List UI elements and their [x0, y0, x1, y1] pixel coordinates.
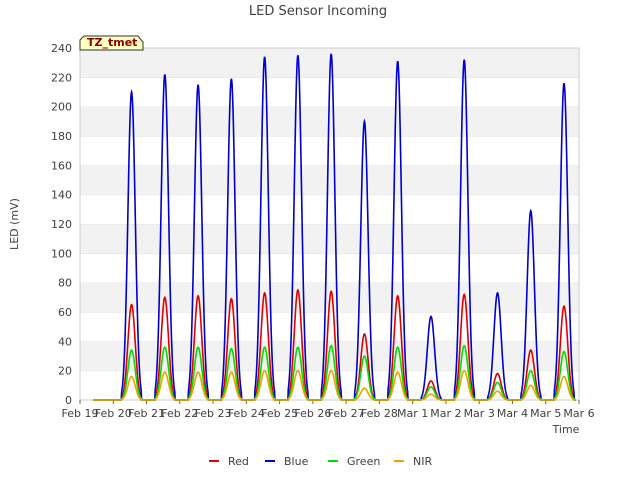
y-tick-label: 0 [65, 394, 72, 407]
x-tick-label: Feb 24 [228, 407, 265, 420]
x-tick-label: Feb 28 [361, 407, 398, 420]
y-tick-label: 140 [51, 189, 72, 202]
legend-label-green: Green [347, 455, 380, 468]
x-tick-label: Mar 6 [563, 407, 594, 420]
y-tick-label: 240 [51, 42, 72, 55]
x-axis-ticks: Feb 19Feb 20Feb 21Feb 22Feb 23Feb 24Feb … [62, 400, 595, 420]
y-tick-label: 220 [51, 71, 72, 84]
chart-title: LED Sensor Incoming [249, 4, 387, 19]
y-axis-label: LED (mV) [8, 198, 21, 250]
x-tick-label: Feb 20 [95, 407, 132, 420]
legend: Red Blue Green NIR [209, 455, 432, 468]
legend-label-blue: Blue [284, 455, 309, 468]
grid-band [80, 136, 579, 166]
legend-label-nir: NIR [413, 455, 432, 468]
x-tick-label: Feb 23 [195, 407, 232, 420]
annotation-text: TZ_tmet [87, 36, 137, 49]
chart: LED Sensor Incoming 0 20 40 60 80 100 120 140 16… [8, 4, 595, 468]
y-tick-label: 120 [51, 218, 72, 231]
y-tick-label: 40 [58, 335, 72, 348]
y-tick-label: 100 [51, 247, 72, 260]
y-tick-label: 80 [58, 277, 72, 290]
x-tick-label: Feb 27 [328, 407, 365, 420]
legend-label-red: Red [228, 455, 249, 468]
x-tick-label: Mar 5 [530, 407, 561, 420]
y-axis-ticks: 0 20 40 60 80 100 120 140 160 180 200 220 240 [51, 42, 72, 407]
x-tick-label: Mar 3 [464, 407, 495, 420]
x-tick-label: Feb 22 [161, 407, 198, 420]
grid-band [80, 253, 579, 283]
y-tick-label: 20 [58, 365, 72, 378]
y-tick-label: 160 [51, 159, 72, 172]
x-tick-label: Feb 21 [128, 407, 165, 420]
x-tick-label: Feb 19 [62, 407, 99, 420]
x-tick-label: Mar 1 [397, 407, 428, 420]
annotation-badge: TZ_tmet [79, 35, 144, 51]
grid-band [80, 165, 579, 195]
x-tick-label: Mar 4 [497, 407, 528, 420]
y-tick-label: 180 [51, 130, 72, 143]
grid-band [80, 312, 579, 342]
grid-band [80, 224, 579, 254]
x-tick-label: Mar 2 [430, 407, 461, 420]
grid-band [80, 194, 579, 224]
y-tick-label: 200 [51, 101, 72, 114]
y-tick-label: 60 [58, 306, 72, 319]
x-tick-label: Feb 26 [294, 407, 331, 420]
x-axis-label: Time [552, 423, 580, 436]
x-tick-label: Feb 25 [261, 407, 298, 420]
